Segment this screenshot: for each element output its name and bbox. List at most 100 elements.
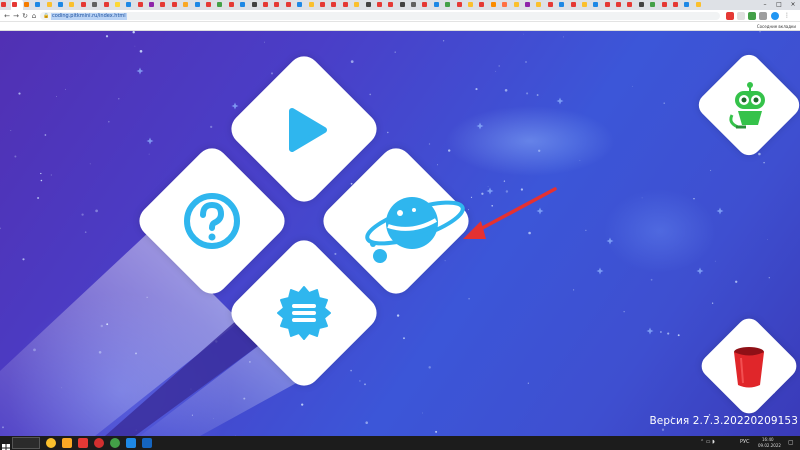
bookmark-item[interactable]: Товары SkladPar... [545,22,595,30]
taskbar-file-explorer-icon[interactable] [62,438,72,448]
browser-tab[interactable] [604,0,615,10]
browser-tab[interactable] [467,0,478,10]
browser-tab[interactable] [308,0,319,10]
browser-tab[interactable] [365,0,376,10]
taskbar-zoom-icon[interactable] [126,438,136,448]
clock-date[interactable]: 09.02.2022 [758,442,781,449]
browser-tab[interactable] [319,0,330,10]
puzzle-icon[interactable] [759,12,767,20]
extension-icon[interactable] [748,12,756,20]
taskbar-photoshop-icon[interactable] [142,438,152,448]
browser-tab[interactable] [80,0,91,10]
bookmark-item[interactable]: Что посмотреть в пр... [149,22,199,30]
browser-tab[interactable] [524,0,535,10]
home-button[interactable]: ⌂ [29,11,39,21]
profile-avatar[interactable] [771,12,779,20]
taskbar-chrome-icon[interactable] [46,438,56,448]
menu-icon[interactable]: ⋮ [783,12,791,20]
browser-tab[interactable] [399,0,410,10]
taskbar-opera-icon[interactable] [94,438,104,448]
browser-tab[interactable] [490,0,501,10]
browser-tab[interactable] [34,0,45,10]
browser-tab[interactable] [171,0,182,10]
browser-tab[interactable] [114,0,125,10]
browser-tab[interactable] [421,0,432,10]
browser-tab[interactable] [182,0,193,10]
browser-tab[interactable] [285,0,296,10]
taskbar-whatsapp-icon[interactable] [110,438,120,448]
browser-tab[interactable] [626,0,637,10]
browser-tab[interactable] [194,0,205,10]
browser-tab[interactable] [581,0,592,10]
browser-tab[interactable] [205,0,216,10]
language-indicator[interactable]: РУС [740,439,750,446]
browser-tab[interactable] [353,0,364,10]
browser-tab[interactable] [570,0,581,10]
browser-tab[interactable] [535,0,546,10]
browser-tab[interactable] [695,0,706,10]
url-input[interactable]: 🔒 coding.pitkmini.ru/index.html [40,12,720,20]
bookmark-item[interactable]: 50 вопросов ребё... [198,22,248,30]
browser-tab[interactable] [216,0,227,10]
bookmark-item[interactable]: Как фильм «Ночь... [693,22,743,30]
taskbar-search[interactable] [12,437,40,449]
maximize-button[interactable]: □ [772,0,786,10]
browser-tab[interactable] [513,0,524,10]
browser-tab[interactable] [478,0,489,10]
browser-tab[interactable] [410,0,421,10]
browser-tab[interactable] [672,0,683,10]
bookmark-item[interactable]: Zoom Seminar - Д... [297,22,347,30]
browser-tab[interactable] [159,0,170,10]
bookmark-item[interactable]: В котлообойке все ... [0,22,50,30]
browser-tab[interactable] [103,0,114,10]
browser-tab[interactable] [273,0,284,10]
bookmark-item[interactable]: История в лицах [594,22,644,30]
browser-tab[interactable] [558,0,569,10]
browser-tab[interactable] [125,0,136,10]
browser-tab[interactable] [592,0,603,10]
browser-tab[interactable] [615,0,626,10]
browser-tab[interactable] [376,0,387,10]
close-button[interactable]: × [786,0,800,10]
browser-tab[interactable] [57,0,68,10]
browser-tab[interactable] [649,0,660,10]
browser-tab[interactable] [661,0,672,10]
browser-tab[interactable] [638,0,649,10]
bookmark-item[interactable]: 15 книг, которые с... [99,22,149,30]
browser-tab[interactable] [239,0,250,10]
browser-tab[interactable] [137,0,148,10]
browser-tab[interactable] [46,0,57,10]
bookmark-item[interactable]: 20 развивающих ... [644,22,694,30]
browser-tab[interactable] [262,0,273,10]
bookmark-item[interactable]: 10 самых ярких фи... [347,22,397,30]
bookmarks-overflow[interactable]: Соседние вкладки [753,22,796,30]
minimize-button[interactable]: – [758,0,772,10]
browser-tab[interactable] [501,0,512,10]
browser-tab[interactable] [330,0,341,10]
browser-tab[interactable] [91,0,102,10]
browser-tab[interactable] [0,0,11,10]
browser-tab[interactable] [296,0,307,10]
notification-icon[interactable]: ▢ [788,439,794,446]
browser-tab[interactable] [68,0,79,10]
bookmark-item[interactable]: 15 познавательных... [446,22,496,30]
taskbar-yandex-icon[interactable] [78,438,88,448]
browser-tab[interactable] [342,0,353,10]
extension-icon[interactable] [726,12,734,20]
browser-tab[interactable] [148,0,159,10]
bookmark-item[interactable]: Как сделать бесед... [248,22,298,30]
bookmark-item[interactable]: ВМК Как вы сделал... [50,22,100,30]
browser-tab[interactable] [683,0,694,10]
browser-tab[interactable] [433,0,444,10]
windows-start-icon[interactable] [1,438,11,450]
extension-icon[interactable] [737,12,745,20]
bookmark-item[interactable]: 10 захватываю​щих... [396,22,446,30]
browser-tab[interactable] [228,0,239,10]
browser-tab[interactable] [547,0,558,10]
bookmark-item[interactable]: Как избавиться от... [495,22,545,30]
browser-tab[interactable] [23,0,34,10]
browser-tab[interactable] [456,0,467,10]
browser-tab[interactable] [251,0,262,10]
browser-tab[interactable] [444,0,455,10]
browser-tab[interactable] [11,0,23,10]
